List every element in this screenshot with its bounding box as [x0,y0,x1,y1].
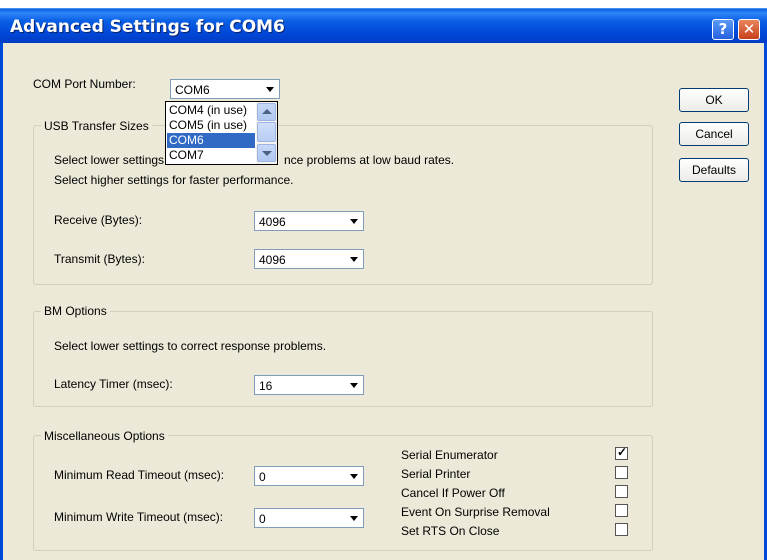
receive-label: Receive (Bytes): [54,213,143,227]
cancel-button[interactable]: Cancel [679,122,749,146]
chevron-down-icon[interactable] [262,81,278,97]
usb-transfer-desc1-a: Select lower settings [54,153,165,167]
chevron-down-icon[interactable] [346,213,362,229]
help-icon: ? [718,20,728,38]
chevron-down-icon[interactable] [346,377,362,393]
chevron-down-icon[interactable] [346,510,362,526]
serial-enumerator-checkbox[interactable]: ✓ [615,445,628,460]
usb-transfer-desc1-b: nce problems at low baud rates. [284,153,455,167]
ok-button[interactable]: OK [679,88,749,112]
set-rts-on-close-checkbox[interactable] [615,523,628,536]
transmit-value: 4096 [259,253,286,267]
title-bar[interactable]: Advanced Settings for COM6 ? ✕ [0,8,767,43]
defaults-button[interactable]: Defaults [679,158,749,182]
misc-options-group [33,435,653,551]
cancel-if-power-off-checkbox[interactable] [615,485,628,498]
com-port-option-com6[interactable]: COM6 [167,133,255,148]
transmit-label: Transmit (Bytes): [54,252,145,266]
dropdown-scrollbar[interactable] [256,102,277,164]
com-port-option-com5[interactable]: COM5 (in use) [167,118,255,133]
usb-transfer-desc2: Select higher settings for faster perfor… [54,173,294,187]
scroll-up-icon[interactable] [257,103,276,121]
close-button[interactable]: ✕ [738,19,760,40]
cancel-if-power-off-label: Cancel If Power Off [401,486,505,500]
scroll-down-icon[interactable] [257,144,276,162]
com-port-label: COM Port Number: [33,77,136,91]
write-timeout-value: 0 [259,512,266,526]
latency-value: 16 [259,379,273,393]
receive-select[interactable]: 4096 [254,211,364,231]
read-timeout-label: Minimum Read Timeout (msec): [54,468,225,482]
receive-value: 4096 [259,215,286,229]
write-timeout-label: Minimum Write Timeout (msec): [54,510,224,524]
event-on-surprise-removal-label: Event On Surprise Removal [401,505,550,519]
set-rts-on-close-label: Set RTS On Close [401,524,500,538]
check-icon: ✓ [617,445,628,459]
latency-select[interactable]: 16 [254,375,364,395]
com-port-select[interactable]: COM6 [170,79,280,99]
dialog-client-area: COM Port Number: COM6 USB Transfer Sizes… [0,43,767,560]
com-port-option-com7[interactable]: COM7 [167,148,255,163]
com-port-dropdown-list[interactable]: COM4 (in use) COM5 (in use) COM6 COM7 [165,101,278,165]
serial-enumerator-label: Serial Enumerator [401,448,498,462]
close-icon: ✕ [742,20,756,38]
bm-options-desc: Select lower settings to correct respons… [54,339,327,353]
chevron-down-icon[interactable] [346,468,362,484]
transmit-select[interactable]: 4096 [254,249,364,269]
com-port-value: COM6 [175,83,210,97]
read-timeout-value: 0 [259,470,266,484]
scroll-thumb[interactable] [257,122,276,142]
event-on-surprise-removal-checkbox[interactable] [615,504,628,517]
serial-printer-label: Serial Printer [401,467,471,481]
help-button[interactable]: ? [712,19,734,40]
com-port-option-com4[interactable]: COM4 (in use) [167,103,255,118]
bm-options-title: BM Options [41,304,110,318]
chevron-down-icon[interactable] [346,251,362,267]
top-strip [0,0,767,8]
usb-transfer-title: USB Transfer Sizes [41,119,152,133]
window-title: Advanced Settings for COM6 [10,17,285,37]
read-timeout-select[interactable]: 0 [254,466,364,486]
latency-label: Latency Timer (msec): [54,377,173,391]
serial-printer-checkbox[interactable] [615,466,628,479]
misc-options-title: Miscellaneous Options [41,429,168,443]
write-timeout-select[interactable]: 0 [254,508,364,528]
advanced-settings-dialog: Advanced Settings for COM6 ? ✕ COM Port … [0,0,767,560]
